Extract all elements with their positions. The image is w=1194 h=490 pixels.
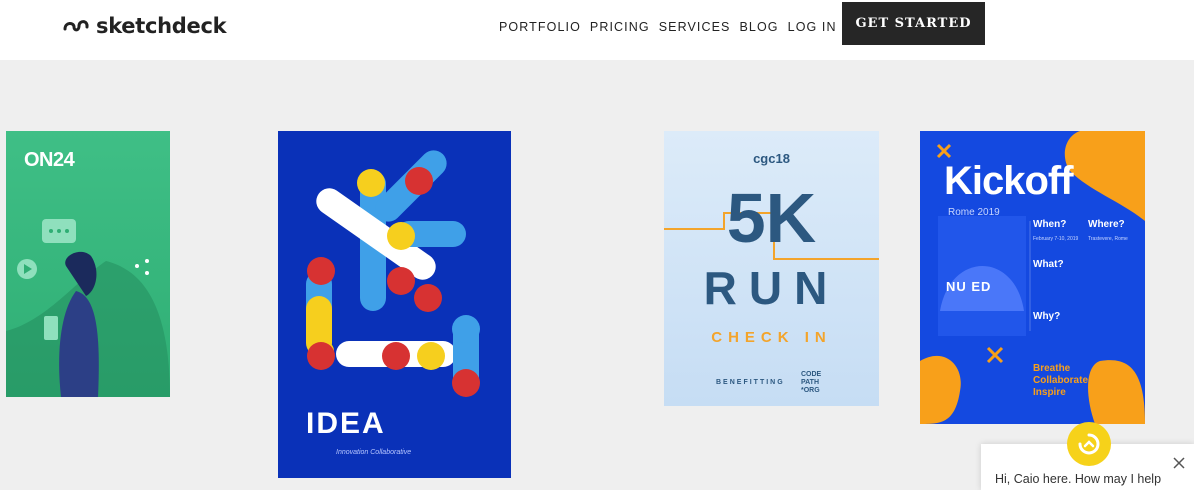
portfolio-card-kickoff[interactable]: Kickoff Rome 2019 NU ED When? February 7… [920,131,1145,424]
idea-title: IDEA [306,407,386,440]
where-value: Trastevere, Rome [1088,236,1128,242]
when-value: February 7-10, 2019 [1033,236,1079,242]
org-line: *ORG [801,387,820,394]
on24-logo: ON24 [24,149,75,171]
idea-subtitle: Innovation Collaborative [336,449,412,456]
benefitting-text: BENEFITTING [716,379,785,386]
when-label: When? [1033,219,1067,230]
brand-name: sketchdeck [96,14,227,38]
nav-login[interactable]: LOG IN [788,20,837,34]
org-line: PATH [801,379,820,386]
what-label: What? [1033,259,1064,270]
nav-blog[interactable]: BLOG [740,20,779,34]
org-line: CODE [801,371,822,378]
cgc18-label: cgc18 [753,151,790,166]
check-in-text: CHECK IN [711,329,832,346]
where-label: Where? [1088,219,1125,230]
bottom-line: Inspire [1033,387,1066,398]
portfolio-card-idea[interactable]: IDEA Innovation Collaborative [278,131,511,478]
site-header: sketchdeck PORTFOLIO PRICING SERVICES BL… [0,0,1194,60]
run-text: RUN [703,262,840,314]
chat-avatar[interactable] [1067,422,1111,466]
get-started-button[interactable]: GET STARTED [842,2,985,45]
codepath-org-logo: CODE PATH *ORG [801,371,821,395]
main-nav: PORTFOLIO PRICING SERVICES BLOG LOG IN [499,20,846,34]
portfolio-card-on24[interactable]: ON24 [6,131,170,397]
portfolio-card-5k-run[interactable]: cgc18 5K RUN CHECK IN BENEFITTING CODE P… [664,131,879,406]
chat-message: Hi, Caio here. How may I help [995,472,1162,486]
nav-pricing[interactable]: PRICING [590,20,650,34]
5k-text: 5K [726,179,817,257]
kickoff-title: Kickoff [944,159,1074,203]
nav-services[interactable]: SERVICES [659,20,731,34]
bottom-line: Breathe [1033,363,1071,374]
chat-logo-icon [1078,433,1100,455]
kickoff-bottom-lines: Breathe Collaborate Inspire [1033,363,1088,399]
close-icon[interactable] [1172,456,1186,470]
kickoff-subtitle: Rome 2019 [948,207,1000,218]
why-label: Why? [1033,311,1061,322]
nuxed-badge: NU ED [946,279,992,294]
nav-portfolio[interactable]: PORTFOLIO [499,20,581,34]
brand-logo[interactable]: sketchdeck [62,12,227,40]
bottom-line: Collaborate [1033,375,1089,386]
sketchdeck-logo-icon [63,20,89,32]
